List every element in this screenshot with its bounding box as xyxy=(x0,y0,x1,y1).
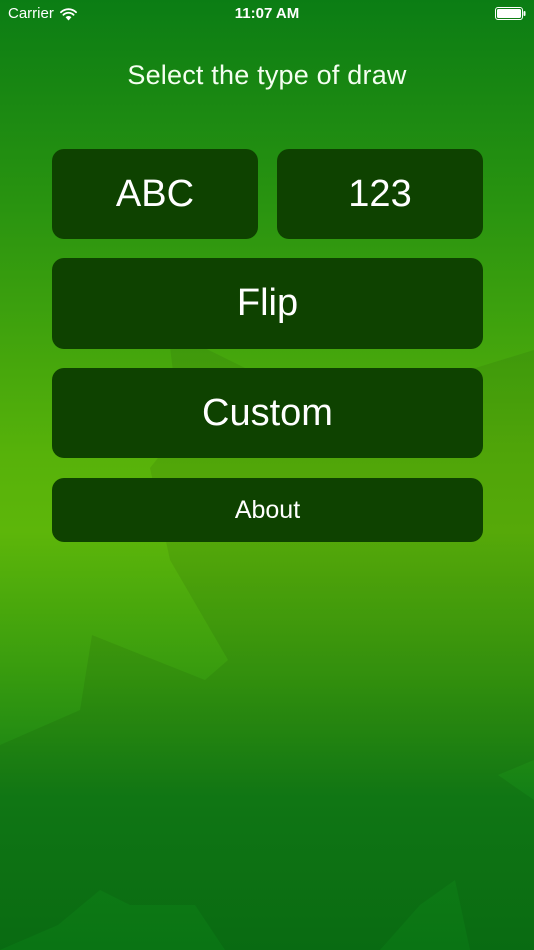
clock: 11:07 AM xyxy=(234,5,300,22)
custom-draw-button[interactable]: Custom xyxy=(52,368,483,458)
about-label: About xyxy=(234,495,301,524)
draw-type-screen: Carrier 11:07 AM Select the type of draw… xyxy=(0,0,534,950)
battery-icon xyxy=(495,7,526,20)
number-draw-label: 123 xyxy=(348,172,412,215)
about-button[interactable]: About xyxy=(52,478,483,542)
abc-draw-button[interactable]: ABC xyxy=(52,149,258,239)
custom-draw-label: Custom xyxy=(202,391,333,434)
status-bar: Carrier 11:07 AM xyxy=(0,0,534,28)
flip-draw-label: Flip xyxy=(236,282,299,324)
page-title: Select the type of draw xyxy=(127,60,407,90)
abc-draw-label: ABC xyxy=(115,172,195,215)
maple-leaf-icon xyxy=(0,330,534,950)
flip-draw-button[interactable]: Flip xyxy=(52,258,483,349)
number-draw-button[interactable]: 123 xyxy=(277,149,483,239)
